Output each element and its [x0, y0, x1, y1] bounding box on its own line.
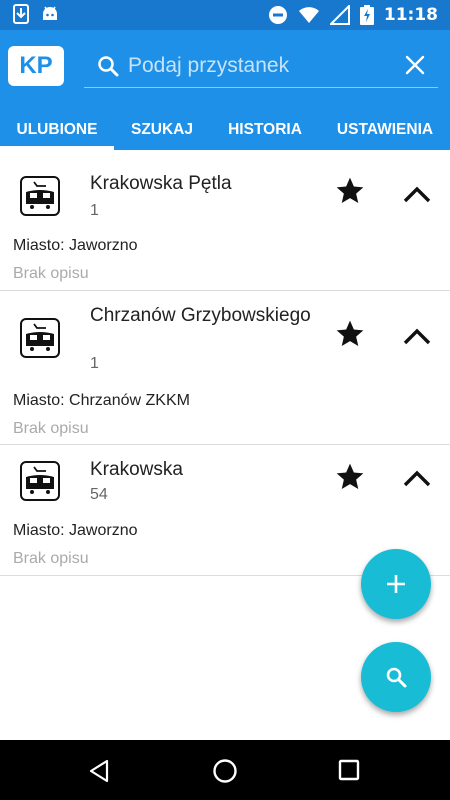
tram-icon	[20, 176, 60, 216]
stop-city: Miasto: Chrzanów ZKKM	[13, 392, 190, 409]
back-icon[interactable]	[87, 759, 111, 783]
close-icon[interactable]	[402, 52, 428, 78]
tab-ustawienia[interactable]: USTAWIENIA	[320, 110, 450, 150]
download-icon	[13, 4, 29, 24]
stop-number: 1	[90, 355, 99, 372]
wifi-icon	[298, 7, 319, 23]
star-icon[interactable]	[334, 175, 366, 207]
signal-icon	[329, 5, 350, 25]
tab-szukaj[interactable]: SZUKAJ	[114, 110, 210, 150]
favorites-list: Krakowska Pętla 1 Miasto: Jaworzno Brak …	[0, 150, 450, 576]
search-icon	[98, 56, 119, 77]
stop-name: Krakowska Pętla	[90, 173, 232, 194]
stop-number: 54	[90, 486, 108, 503]
stop-city: Miasto: Jaworzno	[13, 237, 138, 254]
chevron-up-icon[interactable]	[402, 184, 432, 204]
stop-number: 1	[90, 202, 99, 219]
star-icon[interactable]	[334, 461, 366, 493]
home-icon[interactable]	[212, 758, 238, 784]
chevron-up-icon[interactable]	[402, 326, 432, 346]
plus-icon	[387, 575, 405, 593]
recents-icon[interactable]	[338, 759, 360, 781]
star-icon[interactable]	[334, 318, 366, 350]
android-icon	[43, 6, 57, 20]
do-not-disturb-icon	[268, 6, 287, 24]
battery-charging-icon	[359, 5, 374, 25]
status-bar: 11:18	[0, 0, 450, 30]
stop-description: Brak opisu	[13, 420, 89, 437]
navigation-bar	[0, 740, 450, 800]
status-time: 11:18	[383, 5, 438, 25]
app-bar: KP ULUBIONE SZUKAJ HISTORIA USTAWIENIA	[0, 30, 450, 150]
tab-ulubione[interactable]: ULUBIONE	[0, 110, 114, 150]
list-item[interactable]: Chrzanów Grzybowskiego 1 Miasto: Chrzanó…	[0, 291, 450, 445]
tab-bar: ULUBIONE SZUKAJ HISTORIA USTAWIENIA	[0, 110, 450, 150]
list-item[interactable]: Krakowska Pętla 1 Miasto: Jaworzno Brak …	[0, 150, 450, 291]
search-icon	[386, 667, 407, 688]
search-box[interactable]	[84, 44, 438, 88]
chevron-up-icon[interactable]	[402, 468, 432, 488]
stop-city: Miasto: Jaworzno	[13, 522, 138, 539]
add-button[interactable]	[361, 549, 431, 619]
tram-icon	[20, 318, 60, 358]
tab-historia[interactable]: HISTORIA	[210, 110, 320, 150]
stop-description: Brak opisu	[13, 550, 89, 567]
app-logo: KP	[8, 46, 64, 86]
stop-description: Brak opisu	[13, 265, 89, 282]
stop-name: Chrzanów Grzybowskiego	[90, 305, 311, 326]
search-input[interactable]	[128, 50, 388, 82]
search-button[interactable]	[361, 642, 431, 712]
tram-icon	[20, 461, 60, 501]
stop-name: Krakowska	[90, 459, 183, 480]
